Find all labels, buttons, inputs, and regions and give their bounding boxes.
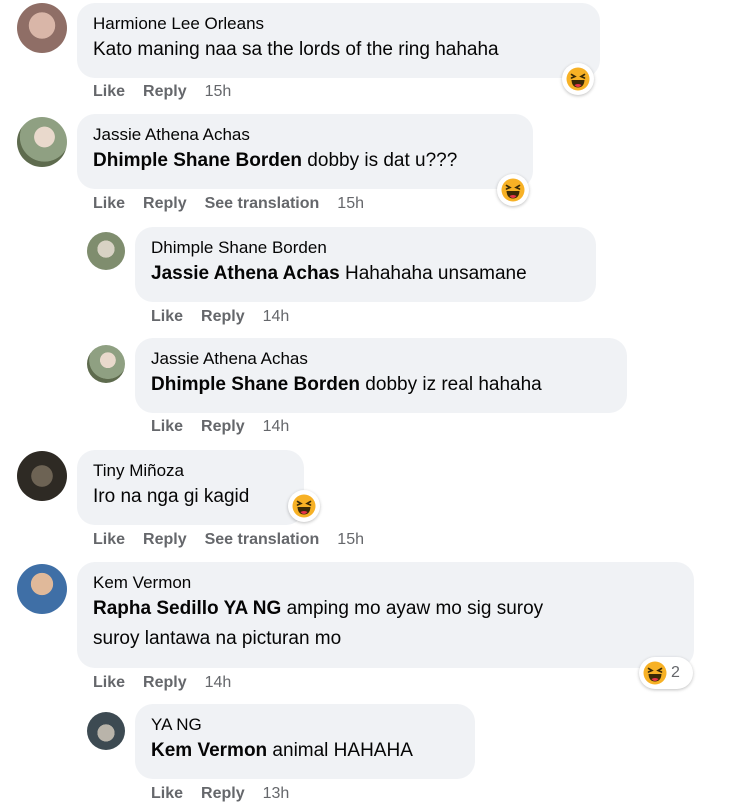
comment-author[interactable]: Tiny Miñoza: [93, 460, 288, 482]
timestamp[interactable]: 14h: [263, 308, 290, 325]
haha-emoji-icon: [643, 661, 667, 685]
reaction-count: 2: [671, 664, 680, 681]
like-button[interactable]: Like: [151, 308, 183, 325]
avatar[interactable]: [17, 451, 67, 501]
reply-button[interactable]: Reply: [201, 418, 245, 435]
like-button[interactable]: Like: [93, 674, 125, 691]
timestamp[interactable]: 15h: [205, 83, 232, 100]
comment-actions: Like Reply See translation 15h: [93, 531, 382, 549]
comment-author[interactable]: Dhimple Shane Borden: [151, 237, 580, 259]
reply-button[interactable]: Reply: [143, 674, 187, 691]
see-translation-button[interactable]: See translation: [205, 195, 320, 212]
comment-text: Dhimple Shane Borden dobby is dat u???: [93, 150, 458, 171]
timestamp[interactable]: 14h: [263, 418, 290, 435]
avatar[interactable]: [87, 712, 125, 750]
comment-actions: Like Reply 14h: [93, 674, 249, 692]
comment-text: Rapha Sedillo YA NG amping mo ayaw mo si…: [93, 598, 544, 619]
comment-actions: Like Reply 15h: [93, 83, 249, 101]
mention-link[interactable]: Kem Vermon: [151, 740, 267, 761]
comment-author[interactable]: Kem Vermon: [93, 572, 678, 594]
comment-author[interactable]: Harmione Lee Orleans: [93, 13, 584, 35]
like-button[interactable]: Like: [151, 785, 183, 802]
comment-author[interactable]: Jassie Athena Achas: [151, 348, 611, 370]
avatar[interactable]: [17, 3, 67, 53]
haha-emoji-icon: [292, 494, 316, 518]
avatar[interactable]: [87, 345, 125, 383]
reply-button[interactable]: Reply: [143, 531, 187, 548]
comment-bubble: YA NG Kem Vermon animal HAHAHA: [135, 704, 475, 779]
reaction-badge[interactable]: [562, 63, 594, 95]
like-button[interactable]: Like: [93, 531, 125, 548]
comment-bubble: Tiny Miñoza Iro na nga gi kagid: [77, 450, 304, 525]
comment-actions: Like Reply 14h: [151, 418, 307, 436]
haha-emoji-icon: [501, 178, 525, 202]
see-translation-button[interactable]: See translation: [205, 531, 320, 548]
comment-author[interactable]: Jassie Athena Achas: [93, 124, 517, 146]
reaction-badge[interactable]: [497, 174, 529, 206]
comment-bubble: Kem Vermon Rapha Sedillo YA NG amping mo…: [77, 562, 694, 668]
comment-text: Dhimple Shane Borden dobby iz real hahah…: [151, 374, 542, 395]
comment-text-line2: suroy lantawa na picturan mo: [93, 628, 342, 649]
comment-bubble: Jassie Athena Achas Dhimple Shane Borden…: [135, 338, 627, 413]
mention-link[interactable]: Rapha Sedillo YA NG: [93, 598, 281, 619]
timestamp[interactable]: 13h: [263, 785, 290, 802]
comment-bubble: Dhimple Shane Borden Jassie Athena Achas…: [135, 227, 596, 302]
reply-button[interactable]: Reply: [201, 308, 245, 325]
comment-actions: Like Reply 14h: [151, 308, 307, 326]
comment-text: Kato maning naa sa the lords of the ring…: [93, 39, 499, 60]
mention-link[interactable]: Jassie Athena Achas: [151, 263, 340, 284]
timestamp[interactable]: 14h: [205, 674, 232, 691]
like-button[interactable]: Like: [93, 195, 125, 212]
timestamp[interactable]: 15h: [337, 195, 364, 212]
comment-bubble: Harmione Lee Orleans Kato maning naa sa …: [77, 3, 600, 78]
comment-actions: Like Reply See translation 15h: [93, 195, 382, 213]
comment-author[interactable]: YA NG: [151, 714, 459, 736]
avatar[interactable]: [87, 232, 125, 270]
avatar[interactable]: [17, 117, 67, 167]
mention-link[interactable]: Dhimple Shane Borden: [151, 374, 360, 395]
reaction-badge[interactable]: [288, 490, 320, 522]
timestamp[interactable]: 15h: [337, 531, 364, 548]
like-button[interactable]: Like: [93, 83, 125, 100]
reaction-badge[interactable]: 2: [639, 657, 693, 689]
reply-button[interactable]: Reply: [143, 195, 187, 212]
like-button[interactable]: Like: [151, 418, 183, 435]
mention-link[interactable]: Dhimple Shane Borden: [93, 150, 302, 171]
comment-text: Iro na nga gi kagid: [93, 486, 250, 507]
reply-button[interactable]: Reply: [143, 83, 187, 100]
haha-emoji-icon: [566, 67, 590, 91]
avatar[interactable]: [17, 564, 67, 614]
comment-text: Kem Vermon animal HAHAHA: [151, 740, 413, 761]
comment-text: Jassie Athena Achas Hahahaha unsamane: [151, 263, 527, 284]
reply-button[interactable]: Reply: [201, 785, 245, 802]
comment-actions: Like Reply 13h: [151, 785, 307, 803]
comment-bubble: Jassie Athena Achas Dhimple Shane Borden…: [77, 114, 533, 189]
